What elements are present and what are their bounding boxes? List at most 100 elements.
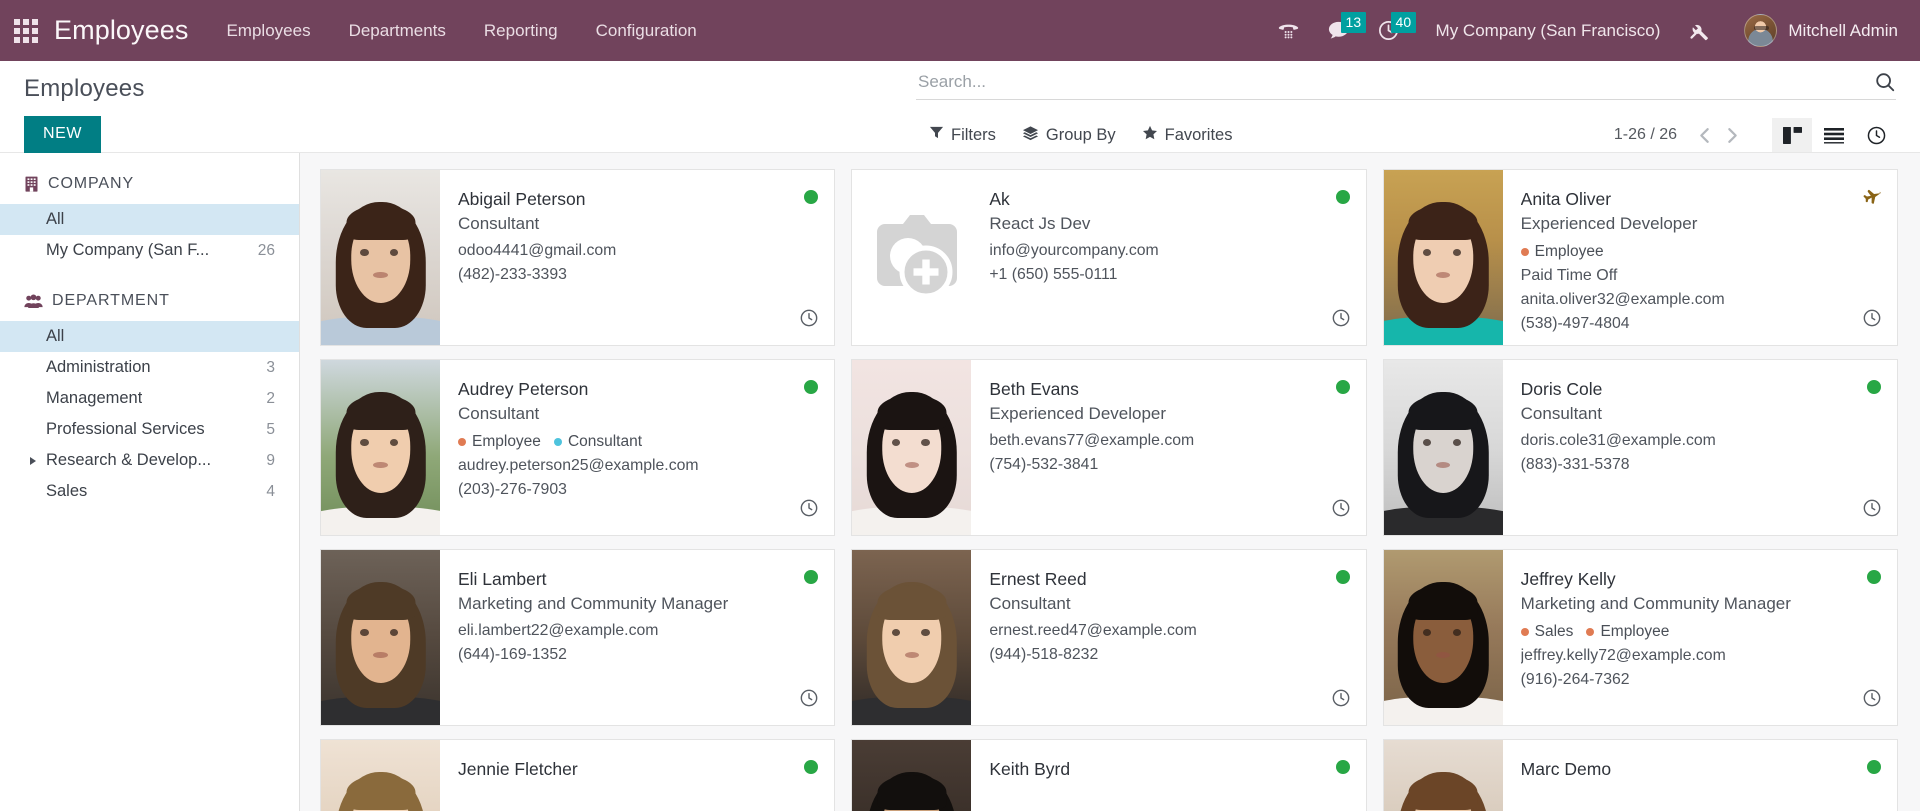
groupby-button[interactable]: Group By [1022, 125, 1116, 146]
photo-image [1383, 550, 1503, 725]
search-icon[interactable] [1864, 71, 1896, 93]
employee-phone[interactable]: (944)-518-8232 [989, 646, 1349, 664]
employee-tags: Employee [1520, 243, 1881, 261]
kanban-view-icon[interactable] [1772, 118, 1812, 152]
employee-email[interactable]: info@yourcompany.com [989, 242, 1349, 260]
employee-email[interactable]: jeffrey.kelly72@example.com [1521, 647, 1881, 665]
app-brand-title[interactable]: Employees [54, 15, 188, 46]
presence-status-dot-icon[interactable] [1866, 380, 1881, 394]
employee-tags: Employee Consultant [458, 433, 818, 451]
new-button[interactable]: NEW [24, 116, 102, 153]
airplane-icon[interactable] [1863, 187, 1883, 212]
menu-item-configuration[interactable]: Configuration [594, 17, 699, 45]
employee-kanban-card[interactable]: Jeffrey Kelly Marketing and Community Man… [1382, 549, 1898, 726]
presence-status-dot-icon[interactable] [1335, 190, 1350, 204]
dialpad-phone-icon[interactable] [1264, 9, 1314, 53]
presence-status-dot-icon[interactable] [1335, 760, 1350, 774]
activity-clock-icon[interactable] [1856, 118, 1896, 152]
employee-email[interactable]: doris.cole31@example.com [1521, 432, 1881, 450]
user-menu[interactable]: Mitchell Admin [1744, 14, 1898, 47]
schedule-activity-clock-icon[interactable] [1862, 498, 1882, 523]
schedule-activity-clock-icon[interactable] [799, 688, 819, 713]
schedule-activity-clock-icon[interactable] [1331, 498, 1351, 523]
schedule-activity-clock-icon[interactable] [799, 498, 819, 523]
employee-phone[interactable]: (203)-276-7903 [458, 481, 818, 499]
favorites-button[interactable]: Favorites [1142, 125, 1233, 146]
employee-phone[interactable]: (883)-331-5378 [1521, 456, 1881, 474]
presence-status-dot-icon[interactable] [1866, 570, 1881, 584]
sidebar-item-professional-services[interactable]: Professional Services 5 [0, 414, 299, 445]
employee-phone[interactable]: +1 (650) 555-0111 [989, 266, 1349, 284]
employee-phone[interactable]: (538)-497-4804 [1521, 315, 1881, 333]
user-name-label: Mitchell Admin [1788, 20, 1898, 40]
employee-kanban-card[interactable]: Marc Demo [1382, 739, 1898, 811]
schedule-activity-clock-icon[interactable] [1331, 688, 1351, 713]
employee-phone[interactable]: (754)-532-3841 [989, 456, 1349, 474]
employee-kanban-card[interactable]: Abigail Peterson Consultant odoo4441@gmail… [320, 169, 836, 346]
favorites-button-label: Favorites [1164, 125, 1233, 144]
employee-email[interactable]: anita.oliver32@example.com [1521, 291, 1881, 309]
schedule-activity-clock-icon[interactable] [1862, 688, 1882, 713]
searchbar[interactable] [916, 71, 1896, 100]
employee-email[interactable]: eli.lambert22@example.com [458, 622, 818, 640]
filters-button[interactable]: Filters [929, 125, 996, 145]
employee-email[interactable]: beth.evans77@example.com [989, 432, 1349, 450]
schedule-activity-clock-icon[interactable] [799, 308, 819, 333]
wrench-tools-icon[interactable] [1674, 9, 1724, 53]
sidebar-item-count: 9 [266, 451, 275, 469]
sidebar-item-my-company[interactable]: My Company (San F... 26 [0, 235, 299, 266]
schedule-activity-clock-icon[interactable] [1331, 308, 1351, 333]
employee-kanban-card[interactable]: Ak React Js Dev info@yourcompany.com +1 (65… [851, 169, 1367, 346]
sidebar-item-count: 5 [266, 420, 275, 438]
top-navbar: Employees Employees Departments Reportin… [0, 0, 1920, 61]
menu-item-employees[interactable]: Employees [224, 17, 312, 45]
employee-phone[interactable]: (916)-264-7362 [1521, 671, 1881, 689]
sidebar-item-research-development[interactable]: Research & Develop... 9 [0, 445, 299, 476]
apps-menu-icon[interactable] [14, 18, 38, 43]
employee-phone[interactable]: (482)-233-3393 [458, 266, 818, 284]
employee-kanban-card[interactable]: Beth Evans Experienced Developer beth.evan… [851, 359, 1367, 536]
list-view-icon[interactable] [1814, 118, 1854, 152]
sidebar-item-label: Sales [46, 482, 88, 500]
chevron-left-icon[interactable] [1690, 120, 1718, 150]
sidebar-item-sales[interactable]: Sales 4 [0, 476, 299, 507]
menu-item-reporting[interactable]: Reporting [482, 17, 560, 45]
presence-status-dot-icon[interactable] [1866, 760, 1881, 774]
control-panel-left: Employees NEW [24, 61, 324, 153]
sidebar-item-company-all[interactable]: All [0, 204, 299, 235]
sidebar-item-management[interactable]: Management 2 [0, 383, 299, 414]
sidebar-item-department-all[interactable]: All [0, 321, 299, 352]
employee-email[interactable]: audrey.peterson25@example.com [458, 457, 818, 475]
employee-photo [852, 170, 972, 345]
menu-item-departments[interactable]: Departments [347, 17, 448, 45]
employee-kanban-card[interactable]: Keith Byrd [851, 739, 1367, 811]
company-switcher[interactable]: My Company (San Francisco) [1436, 21, 1661, 41]
employee-kanban-card[interactable]: Audrey Peterson Consultant Employee Consult… [320, 359, 836, 536]
user-avatar [1744, 14, 1778, 47]
tag-dot-icon [1520, 247, 1529, 256]
employee-kanban-card[interactable]: Anita Oliver Experienced Developer Employe… [1382, 169, 1898, 346]
search-input[interactable] [916, 72, 1864, 92]
schedule-activity-clock-icon[interactable] [1862, 308, 1882, 333]
chevron-right-icon[interactable] [1718, 120, 1746, 150]
tag-label: Employee [1600, 622, 1670, 640]
employee-email[interactable]: odoo4441@gmail.com [458, 242, 818, 260]
card-body: Jeffrey Kelly Marketing and Community Man… [1503, 550, 1897, 725]
employee-kanban-card[interactable]: Ernest Reed Consultant ernest.reed47@examp… [851, 549, 1367, 726]
activities-systray-button[interactable]: 40 [1364, 9, 1417, 53]
employee-name: Jennie Fletcher [458, 759, 578, 779]
building-icon [24, 176, 39, 192]
employee-kanban-card[interactable]: Doris Cole Consultant doris.cole31@example… [1382, 359, 1898, 536]
chevron-right-icon[interactable] [30, 456, 36, 465]
presence-status-dot-icon[interactable] [1335, 570, 1350, 584]
employee-phone[interactable]: (644)-169-1352 [458, 646, 818, 664]
messages-systray-button[interactable]: 13 [1314, 9, 1367, 53]
presence-status-dot-icon[interactable] [1335, 380, 1350, 394]
employee-kanban-card[interactable]: Eli Lambert Marketing and Community Manag… [320, 549, 836, 726]
search-panel-sidebar: COMPANY All My Company (San F... 26 DEPA… [0, 153, 300, 811]
sidebar-item-administration[interactable]: Administration 3 [0, 352, 299, 383]
employee-kanban-card[interactable]: Jennie Fletcher [320, 739, 836, 811]
card-body: Audrey Peterson Consultant Employee Consult… [440, 360, 834, 535]
employee-email[interactable]: ernest.reed47@example.com [989, 622, 1349, 640]
pager-counter[interactable]: 1-26 / 26 [1614, 126, 1677, 144]
